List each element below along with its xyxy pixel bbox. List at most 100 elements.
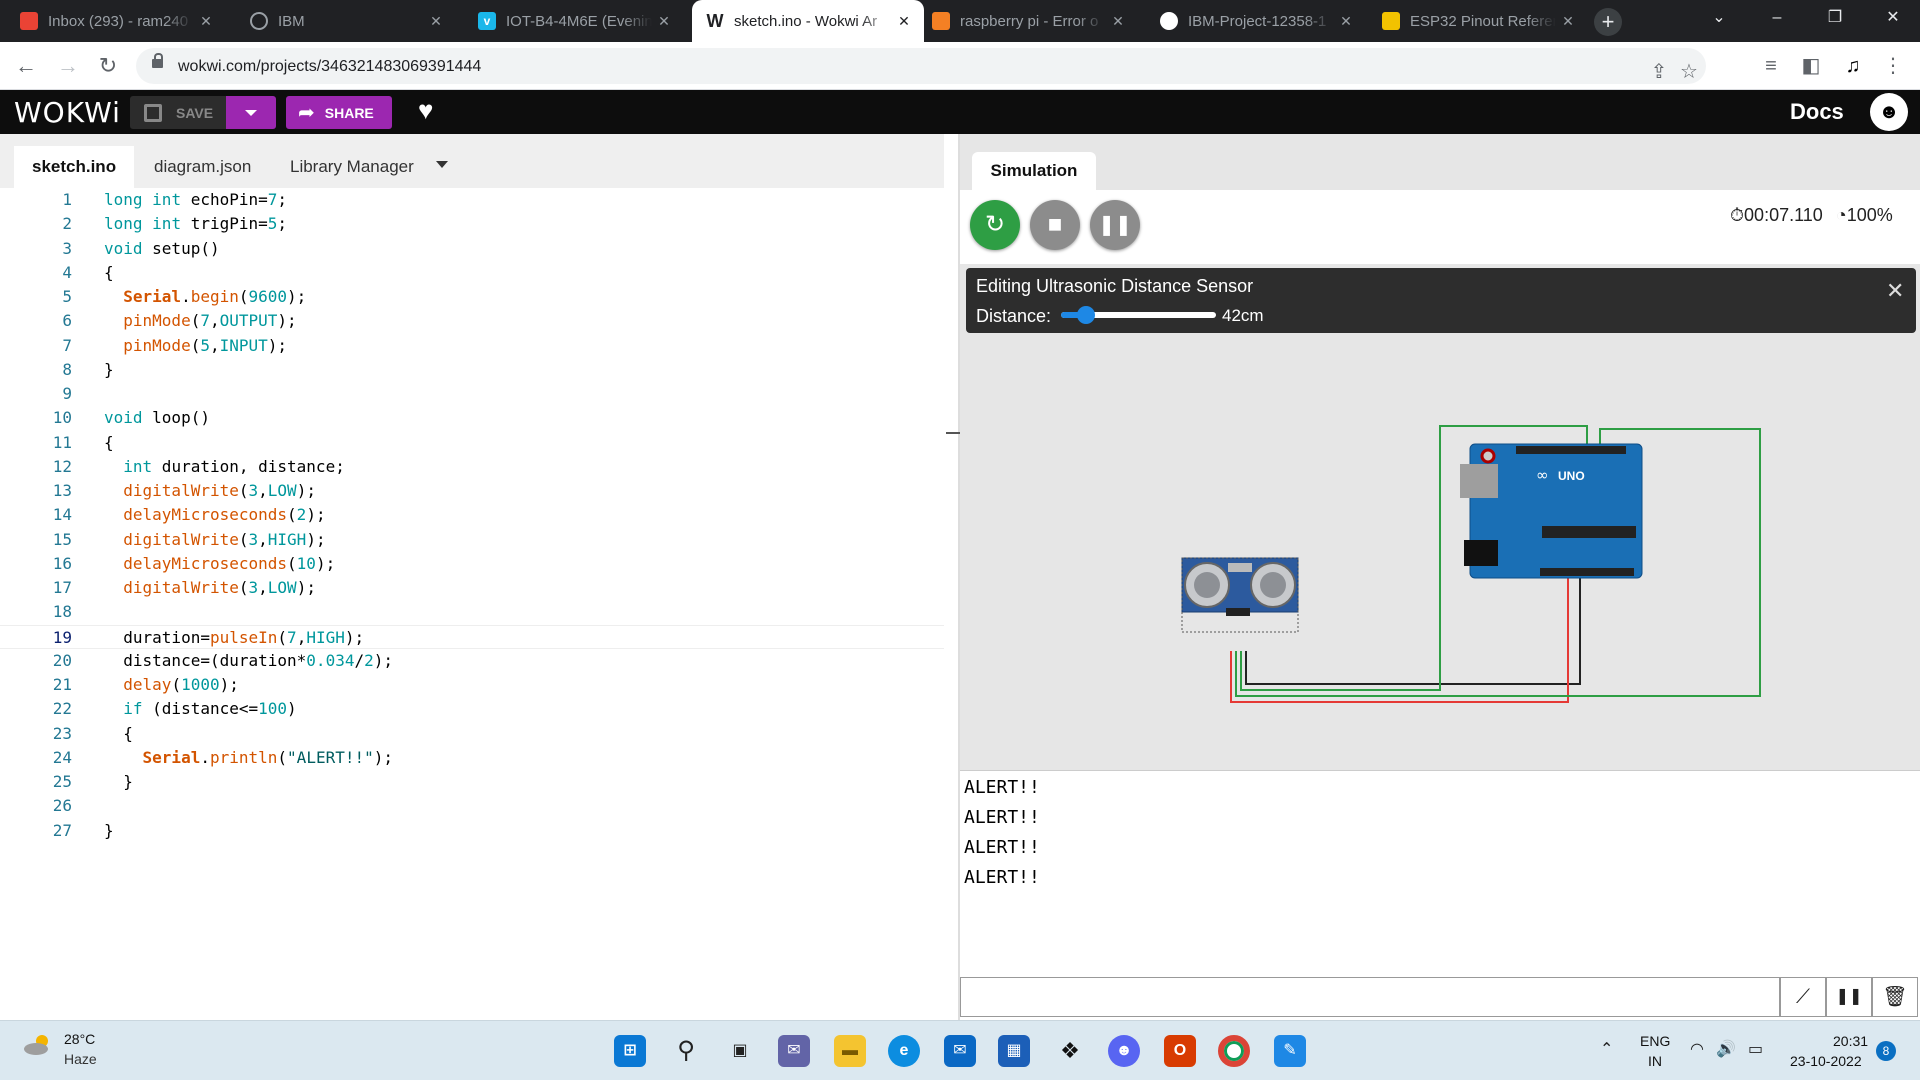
edge-icon[interactable]: e (888, 1035, 920, 1067)
wifi-icon[interactable]: ◠ (1690, 1039, 1704, 1059)
region-indicator[interactable]: IN (1648, 1053, 1662, 1069)
weather-temperature[interactable]: 28°C (64, 1031, 95, 1047)
code-line[interactable]: 23 { (0, 722, 960, 746)
arduino-uno-board[interactable]: UNO ∞ (1460, 443, 1643, 579)
bookmark-star-icon[interactable]: ☆ (1676, 59, 1702, 85)
python-editor-icon[interactable]: ✎ (1274, 1035, 1306, 1067)
discord-icon[interactable]: ☻ (1870, 93, 1908, 131)
search-icon[interactable]: ⚲ (670, 1035, 702, 1067)
restart-simulation-button[interactable]: ↻ (970, 200, 1020, 250)
distance-slider-handle[interactable] (1076, 306, 1095, 324)
code-line[interactable]: 24 Serial.println("ALERT!!"); (0, 746, 960, 770)
code-line[interactable]: 6 pinMode(7,OUTPUT); (0, 309, 960, 333)
browser-tab[interactable]: v IOT-B4-4M6E (Evening ✕ (464, 0, 684, 42)
browser-tab[interactable]: IBM-Project-12358-1 ✕ (1146, 0, 1366, 42)
code-line[interactable]: 10 void loop() (0, 406, 960, 430)
code-line[interactable]: 15 digitalWrite(3,HIGH); (0, 528, 960, 552)
tab-library-manager[interactable]: Library Manager (272, 146, 432, 188)
close-tab-icon[interactable]: ✕ (652, 13, 676, 30)
code-line[interactable]: 16 delayMicroseconds(10); (0, 552, 960, 576)
close-icon[interactable]: ✕ (1886, 278, 1904, 304)
code-line[interactable]: 22 if (distance<=100) (0, 697, 960, 721)
share-page-icon[interactable]: ⇪ (1646, 59, 1672, 85)
code-line[interactable]: 4{ (0, 261, 960, 285)
browser-tab[interactable]: ESP32 Pinout Referen ✕ (1368, 0, 1588, 42)
forward-button[interactable]: → (52, 50, 84, 82)
weather-condition[interactable]: Haze (64, 1051, 97, 1067)
serial-input[interactable] (960, 977, 1780, 1017)
discord-app-icon[interactable]: ☻ (1108, 1035, 1140, 1067)
code-line[interactable]: 17 digitalWrite(3,LOW); (0, 576, 960, 600)
heart-icon[interactable]: ♥ (418, 95, 433, 126)
volume-icon[interactable]: 🔊 (1716, 1039, 1736, 1059)
browser-tab[interactable]: Inbox (293) - ram240 ✕ (6, 0, 226, 42)
code-line[interactable]: 25 } (0, 770, 960, 794)
battery-icon[interactable]: ▭ (1748, 1039, 1763, 1059)
close-tab-icon[interactable]: ✕ (194, 13, 218, 30)
file-explorer-icon[interactable]: ▬ (834, 1035, 866, 1067)
circuit-canvas[interactable]: UNO ∞ (960, 334, 1920, 770)
code-line[interactable]: 19 duration=pulseIn(7,HIGH); (0, 624, 960, 649)
store-icon[interactable]: ▦ (998, 1035, 1030, 1067)
save-dropdown-button[interactable] (226, 96, 276, 129)
browser-tab[interactable]: raspberry pi - Error o ✕ (918, 0, 1138, 42)
pause-simulation-button[interactable]: ❚❚ (1090, 200, 1140, 250)
language-indicator[interactable]: ENG (1640, 1033, 1670, 1049)
code-line[interactable]: 14 delayMicroseconds(2); (0, 503, 960, 527)
tab-sketch-ino[interactable]: sketch.ino (14, 146, 135, 188)
notification-badge[interactable]: 8 (1876, 1041, 1896, 1061)
share-button[interactable]: ➦ SHARE (286, 96, 392, 129)
close-tab-icon[interactable]: ✕ (424, 13, 448, 30)
code-line[interactable]: 8} (0, 358, 960, 382)
wokwi-logo[interactable]: WOKWi (14, 96, 121, 129)
code-line[interactable]: 9 (0, 382, 960, 406)
plotter-icon[interactable]: ⟋ (1780, 977, 1826, 1017)
omnibox[interactable]: wokwi.com/projects/346321483069391444 ⇪ … (136, 48, 1706, 84)
media-control-icon[interactable]: ♫ (1840, 53, 1866, 79)
restore-button[interactable]: ❐ (1806, 0, 1864, 36)
show-hidden-icons-icon[interactable]: ⌃ (1600, 1039, 1613, 1059)
stop-simulation-button[interactable]: ■ (1030, 200, 1080, 250)
code-line[interactable]: 18 (0, 600, 960, 624)
tab-simulation[interactable]: Simulation (972, 152, 1096, 190)
panel-divider[interactable] (944, 134, 960, 1020)
code-area[interactable]: 1 long int echoPin=7; 2 long int trigPin=5;… (0, 188, 960, 1020)
code-line[interactable]: 27} (0, 819, 960, 843)
office-icon[interactable]: O (1164, 1035, 1196, 1067)
close-tab-icon[interactable]: ✕ (1556, 13, 1580, 30)
ultrasonic-sensor[interactable] (1181, 557, 1299, 633)
reading-list-icon[interactable]: ≡ (1758, 53, 1784, 79)
docs-link[interactable]: Docs (1790, 99, 1844, 125)
divider-handle[interactable] (946, 432, 960, 434)
tabs-menu-caret-icon[interactable] (436, 161, 448, 168)
browser-tab[interactable]: IBM ✕ (236, 0, 456, 42)
code-line[interactable]: 11 { (0, 431, 960, 455)
side-panel-icon[interactable]: ◧ (1798, 53, 1824, 79)
back-button[interactable]: ← (10, 50, 42, 82)
save-button[interactable]: SAVE (130, 96, 226, 129)
code-line[interactable]: 26 (0, 794, 960, 818)
start-icon[interactable]: ⊞ (614, 1035, 646, 1067)
code-line[interactable]: 20 distance=(duration*0.034/2); (0, 649, 960, 673)
dropbox-icon[interactable]: ❖ (1054, 1035, 1086, 1067)
mail-icon[interactable]: ✉ (944, 1035, 976, 1067)
tab-search-icon[interactable]: ⌄ (1690, 0, 1748, 36)
weather-haze-icon[interactable] (22, 1033, 54, 1057)
distance-slider[interactable] (1061, 306, 1216, 324)
close-tab-icon[interactable]: ✕ (1106, 13, 1130, 30)
code-line[interactable]: 3 void setup() (0, 237, 960, 261)
code-line[interactable]: 12 int duration, distance; (0, 455, 960, 479)
close-tab-icon[interactable]: ✕ (1334, 13, 1358, 30)
code-line[interactable]: 5 Serial.begin(9600); (0, 285, 960, 309)
code-line[interactable]: 2 long int trigPin=5; (0, 212, 960, 236)
code-line[interactable]: 1 long int echoPin=7; (0, 188, 960, 212)
minimize-button[interactable]: – (1748, 0, 1806, 36)
browser-tab[interactable]: Wsketch.ino - Wokwi Ar ✕ (692, 0, 924, 42)
tab-diagram-json[interactable]: diagram.json (136, 146, 269, 188)
reload-button[interactable]: ↻ (92, 50, 124, 82)
new-tab-button[interactable]: + (1594, 8, 1622, 36)
task-view-icon[interactable]: ▣ (724, 1035, 756, 1067)
clock-date[interactable]: 23-10-2022 (1790, 1053, 1862, 1069)
code-line[interactable]: 21 delay(1000); (0, 673, 960, 697)
close-window-button[interactable]: ✕ (1864, 0, 1920, 36)
